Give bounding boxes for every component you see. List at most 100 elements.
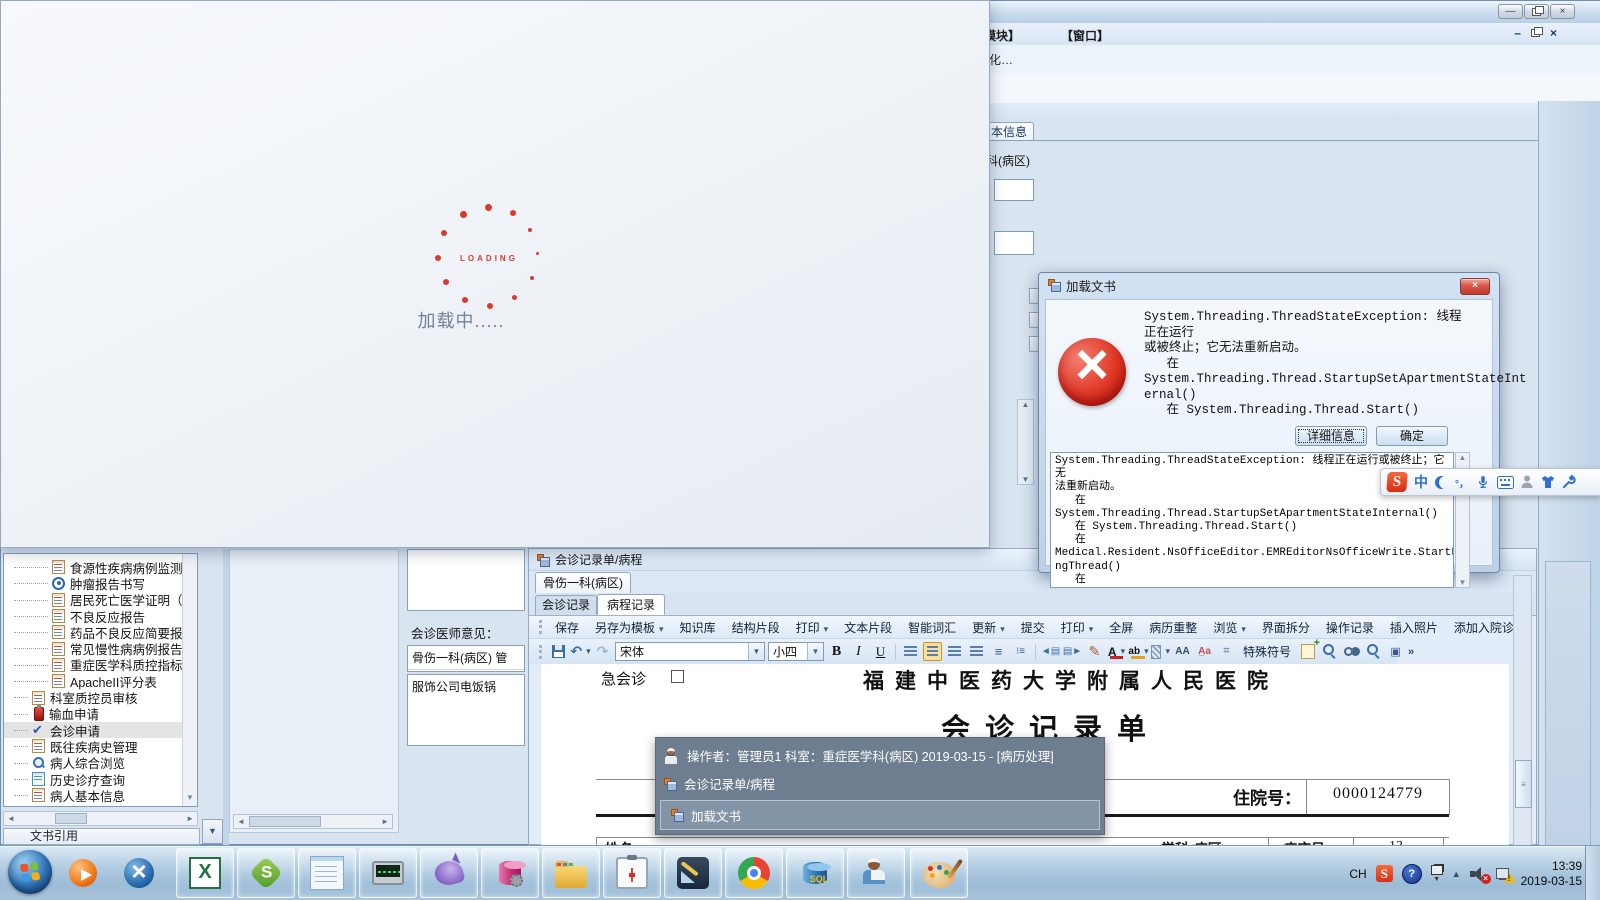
tree-item[interactable]: 肿瘤报告书写 bbox=[4, 575, 197, 592]
knowledge-base-button[interactable]: 知识库 bbox=[673, 617, 723, 638]
submit-button[interactable]: 提交 bbox=[1014, 617, 1052, 638]
panel-collapse-button[interactable]: ▼ bbox=[202, 819, 223, 844]
tree-item[interactable]: 病人综合浏览 bbox=[4, 755, 197, 771]
print-button[interactable]: 打印 bbox=[789, 617, 836, 638]
redo-button[interactable]: ↷ bbox=[593, 642, 612, 661]
taskbar-icon-admin-tools[interactable] bbox=[116, 848, 162, 898]
wrap-button[interactable]: ⌗ bbox=[1217, 642, 1236, 661]
align-center-button[interactable] bbox=[923, 642, 942, 661]
scroll-up-icon[interactable]: ▲ bbox=[1022, 400, 1030, 409]
highlight-button[interactable]: ab bbox=[1128, 642, 1148, 661]
underline-button[interactable]: U bbox=[871, 642, 890, 661]
scroll-thumb[interactable]: ≡ bbox=[1515, 760, 1532, 808]
tab-course-record[interactable]: 病程记录 bbox=[597, 594, 665, 615]
taskbar-icon-notepad[interactable] bbox=[298, 848, 356, 898]
consult-opinion-box[interactable]: 服饰公司电饭锅 bbox=[407, 674, 525, 746]
consult-dept-row[interactable]: 骨伤一科(病区) 管 bbox=[408, 646, 524, 670]
ok-button[interactable]: 确定 bbox=[1376, 426, 1448, 446]
taskbar-icon-windows-media-player[interactable] bbox=[60, 848, 106, 898]
scroll-down-icon[interactable]: ▼ bbox=[1459, 578, 1467, 587]
mdi-window-controls[interactable]: – × bbox=[1514, 26, 1557, 40]
tree-item[interactable]: 输血申请 bbox=[4, 704, 197, 722]
align-left-button[interactable] bbox=[901, 642, 920, 661]
tree-vertical-scrollbar[interactable]: ▼ bbox=[182, 554, 197, 806]
start-button[interactable] bbox=[8, 850, 52, 894]
sogou-tray-icon[interactable]: S bbox=[1375, 865, 1393, 882]
shading-button[interactable] bbox=[1151, 642, 1170, 661]
browse-button[interactable]: 浏览 bbox=[1206, 617, 1253, 638]
taskbar-icon-green-s-app[interactable] bbox=[237, 848, 295, 898]
tree-item[interactable]: 食源性疾病病例监测病 bbox=[4, 559, 197, 576]
format-brush-button[interactable]: ✎ bbox=[1085, 642, 1104, 661]
middle-horizontal-scrollbar[interactable]: ◄ ► bbox=[233, 814, 393, 829]
tree-item[interactable]: 居民死亡医学证明（推 bbox=[4, 592, 197, 608]
tree-item[interactable]: 重症医学科质控指标维 bbox=[4, 657, 197, 673]
tree-item[interactable]: 历史诊疗查询 bbox=[4, 771, 197, 788]
taskbar-icon-chrome[interactable] bbox=[725, 848, 783, 898]
taskbar-icon-doctor-workstation[interactable] bbox=[847, 848, 905, 898]
popup-window-row[interactable]: 会诊记录单/病程 bbox=[664, 774, 775, 793]
network-warning-icon[interactable] bbox=[1495, 867, 1516, 883]
settings-wrench-icon[interactable] bbox=[1562, 475, 1576, 489]
volume-muted-icon[interactable]: × bbox=[1469, 866, 1491, 884]
consult-dept-list[interactable]: 骨伤一科(病区) 管 bbox=[407, 645, 525, 672]
tab-basic-info-fragment[interactable]: 本信息 bbox=[984, 122, 1035, 141]
record-reorganize-button[interactable]: 病历重整 bbox=[1142, 617, 1204, 638]
case-button[interactable]: AA bbox=[1173, 642, 1192, 661]
restore-button[interactable] bbox=[1524, 4, 1549, 19]
tree-item[interactable]: 不良反应报告 bbox=[4, 608, 197, 625]
ime-mode-chinese[interactable]: 中 bbox=[1414, 472, 1428, 492]
scroll-left-icon[interactable]: ◄ bbox=[237, 817, 245, 826]
scroll-left-icon[interactable]: ◄ bbox=[7, 814, 15, 823]
scroll-up-icon[interactable]: ▲ bbox=[1459, 453, 1467, 462]
dialog-close-button[interactable]: × bbox=[1460, 278, 1490, 295]
split-view-button[interactable]: 界面拆分 bbox=[1255, 617, 1317, 638]
tree-horizontal-scrollbar[interactable]: ◄ ► bbox=[3, 811, 198, 826]
tree-item[interactable]: 既往疾病史管理 bbox=[4, 738, 197, 755]
line-spacing-button[interactable]: ≡ bbox=[989, 642, 1008, 661]
smart-vocabulary-button[interactable]: 智能词汇 bbox=[901, 617, 963, 638]
goto-button[interactable]: ▣ bbox=[1386, 642, 1405, 661]
scroll-thumb[interactable] bbox=[54, 813, 87, 824]
italic-button[interactable]: I bbox=[849, 642, 868, 661]
tab-consult-record[interactable]: 会诊记录 bbox=[535, 595, 597, 615]
operation-log-button[interactable]: 操作记录 bbox=[1319, 617, 1381, 638]
save-button[interactable]: 保存 bbox=[548, 617, 586, 638]
punctuation-icon[interactable]: °， bbox=[1455, 475, 1469, 490]
taskbar-icon-excel[interactable] bbox=[176, 848, 234, 898]
char-scale-button[interactable]: A̲a bbox=[1195, 642, 1214, 661]
taskbar-icon-system-monitor[interactable] bbox=[359, 848, 417, 898]
language-indicator[interactable]: CH bbox=[1349, 867, 1366, 881]
document-vertical-scrollbar[interactable]: ≡ bbox=[1513, 575, 1532, 846]
login-user-icon[interactable] bbox=[1521, 475, 1534, 489]
tree-item[interactable]: 病人基本信息 bbox=[4, 787, 197, 804]
find-button[interactable] bbox=[1364, 642, 1383, 661]
indent-decrease-button[interactable]: ◄▤ bbox=[1041, 642, 1060, 661]
tree-item[interactable]: 科室质控员审核 bbox=[4, 689, 197, 706]
toolbar-overflow-chevron[interactable]: » bbox=[1408, 646, 1414, 658]
undo-button[interactable]: ↶ bbox=[570, 642, 590, 661]
scroll-down-icon[interactable]: ▼ bbox=[1022, 475, 1030, 484]
tab-dept[interactable]: 骨伤一科(病区) bbox=[535, 572, 631, 593]
sogou-logo-icon[interactable]: S bbox=[1386, 472, 1408, 492]
document-reference-bar[interactable]: 文书引用 bbox=[3, 828, 200, 845]
minimize-button[interactable]: — bbox=[1498, 4, 1523, 19]
zoom-button[interactable] bbox=[1320, 642, 1339, 661]
tray-clock[interactable]: 13:39 2019-03-15 bbox=[1521, 859, 1582, 889]
tree-item[interactable]: 药品不良反应简要报告 bbox=[4, 624, 197, 641]
taskbar-icon-mysql-dolphin[interactable] bbox=[420, 848, 478, 898]
search-all-button[interactable] bbox=[1342, 642, 1361, 661]
taskbar-icon-file-explorer[interactable] bbox=[542, 848, 600, 898]
fullscreen-button[interactable]: 全屏 bbox=[1102, 617, 1140, 638]
taskbar-icon-paint-palette[interactable] bbox=[910, 848, 968, 898]
help-tray-icon[interactable]: ? bbox=[1401, 863, 1422, 884]
keyboard-icon[interactable] bbox=[1497, 475, 1514, 489]
taskbar-icon-medical-clipboard[interactable] bbox=[603, 848, 661, 898]
show-desktop-button[interactable] bbox=[1585, 846, 1600, 900]
taskbar-icon-sql-server[interactable] bbox=[786, 848, 844, 898]
font-color-button[interactable]: A bbox=[1107, 642, 1126, 661]
bold-button[interactable]: B bbox=[827, 642, 846, 661]
input-field-fragment-2[interactable] bbox=[994, 231, 1034, 255]
window-tray-icon[interactable]: ▼ bbox=[1430, 864, 1443, 883]
menu-window[interactable]: 【窗口】 bbox=[1061, 27, 1109, 44]
